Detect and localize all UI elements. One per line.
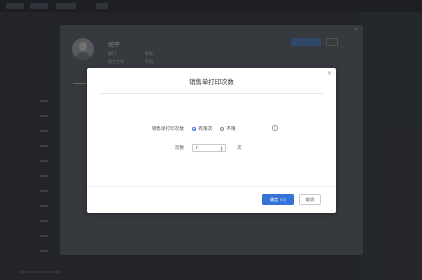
confirm-button[interactable]: 确定 (F2) [262,194,294,205]
count-label: 次数 [174,146,184,151]
close-icon[interactable]: × [327,70,332,77]
confirm-label: 确定 [269,197,279,202]
footer-divider [87,186,336,187]
radio-checked-icon[interactable] [192,126,197,132]
radio-limited-label: 有限次 [198,127,213,132]
print-count-dialog: × 销售单打印次数 销售单打印次数 有限次 不限 i 次数 ▲ ▼ 次 确定 (… [87,68,336,213]
print-limit-label: 销售单打印次数 [151,127,184,132]
radio-unlimited-label: 不限 [226,127,236,132]
radio-unlimited[interactable]: 不限 [220,126,236,132]
stepper-arrows[interactable]: ▲ ▼ [219,145,224,152]
radio-unchecked-icon[interactable] [220,126,225,132]
radio-limited[interactable]: 有限次 [192,126,212,132]
title-divider [100,93,323,94]
count-unit: 次 [237,146,242,151]
info-icon[interactable]: i [272,125,278,131]
dialog-title: 销售单打印次数 [189,78,234,86]
cancel-button[interactable]: 取消 [299,194,321,205]
count-stepper[interactable]: ▲ ▼ [192,144,226,152]
confirm-shortcut: (F2) [279,198,287,202]
stepper-down-icon[interactable]: ▼ [221,149,223,152]
count-input[interactable] [195,145,219,152]
